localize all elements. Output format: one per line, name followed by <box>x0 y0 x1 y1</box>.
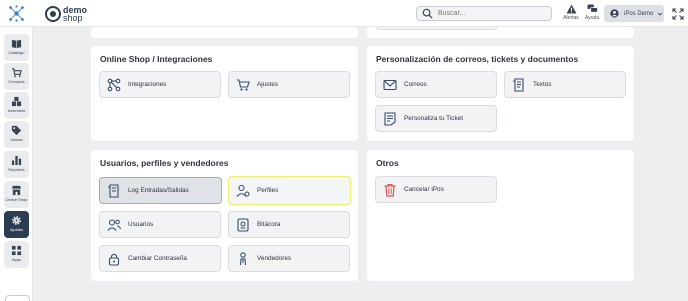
tile-perfiles[interactable]: Perfiles <box>228 176 351 205</box>
warning-icon <box>566 4 576 14</box>
fullscreen-icon[interactable] <box>672 8 684 20</box>
sidebar-item-compras[interactable]: Compras <box>4 63 29 90</box>
sidebar-item-ventas[interactable]: Ventas <box>4 121 29 148</box>
seller-icon <box>239 251 247 265</box>
card-previous-left <box>91 27 358 38</box>
sidebar: Catálogo Compras Inventario Ventas Repor… <box>0 27 33 301</box>
tile-usuarios[interactable]: Usuarios <box>99 211 221 238</box>
sidebar-item-catalogo[interactable]: Catálogo <box>4 34 29 61</box>
tile-label: Correos <box>404 81 427 88</box>
boxes-icon <box>11 96 22 107</box>
card-online-shop: Online Shop / Integraciones Integracione… <box>91 46 358 141</box>
sidebar-item-apps[interactable]: Apps <box>4 241 29 268</box>
apps-grid-icon <box>11 245 22 256</box>
sidebar-item-ajustes[interactable]: Ajustes <box>4 211 29 238</box>
chat-bubbles-icon <box>587 4 598 13</box>
cart-icon <box>11 68 22 78</box>
tile-label: Vendedores <box>257 255 292 262</box>
bar-chart-icon <box>11 155 22 166</box>
alerts-button[interactable]: Alertas <box>561 4 581 21</box>
gear-icon <box>12 216 21 225</box>
section-title-otros: Otros <box>376 158 399 168</box>
envelope-icon <box>383 79 397 90</box>
search-box[interactable] <box>416 6 552 21</box>
integrations-icon <box>107 78 121 91</box>
tile-cancelar-ipos[interactable]: Cancelar iPos <box>375 176 497 203</box>
search-input[interactable] <box>438 10 538 17</box>
card-personalizacion: Personalización de correos, tickets y do… <box>367 46 634 141</box>
help-label: Ayuda <box>584 15 600 21</box>
sidebar-item-label: Inventario <box>7 108 26 113</box>
sidebar-item-label: Compras <box>8 79 25 84</box>
users-icon <box>107 218 121 231</box>
card-usuarios: Usuarios, perfiles y vendedores Log Entr… <box>91 150 358 281</box>
logo-mark-icon <box>45 5 61 22</box>
tile-label: Usuarios <box>128 221 154 228</box>
user-profile-icon <box>236 184 250 197</box>
log-document-icon <box>108 183 119 198</box>
trash-icon <box>384 183 396 197</box>
section-title-usuarios: Usuarios, perfiles y vendedores <box>100 158 229 168</box>
tile-vendedores[interactable]: Vendedores <box>228 245 350 272</box>
chevron-down-icon <box>658 12 663 16</box>
top-bar: demo shop Alertas Ayuda iPos Demo <box>0 0 688 27</box>
lock-icon <box>108 253 120 266</box>
search-icon <box>422 8 433 19</box>
tile-label: Cancelar iPos <box>404 186 444 193</box>
sidebar-item-label: Reportes <box>8 167 25 172</box>
sidebar-item-label: Ventas <box>10 137 23 142</box>
tile-label: Perfiles <box>257 187 279 194</box>
tile-label: Ajustes <box>257 81 278 88</box>
sidebar-item-label: Catálogo <box>8 50 25 55</box>
sidebar-item-reportes[interactable]: Reportes <box>4 151 29 178</box>
user-name: iPos Demo <box>624 10 654 17</box>
tile-bitacora[interactable]: Bitácora <box>228 211 350 238</box>
section-title-personalizacion: Personalización de correos, tickets y do… <box>376 54 579 64</box>
tag-icon <box>11 125 22 136</box>
receipt-icon <box>384 111 396 126</box>
sidebar-item-label: Online Shop <box>5 197 28 202</box>
user-menu-button[interactable]: iPos Demo <box>604 5 664 22</box>
tile-correos[interactable]: Correos <box>375 71 497 98</box>
tile-cambiar-contrasena[interactable]: Cambiar Contraseña <box>99 245 221 272</box>
brand-logo[interactable]: demo shop <box>45 4 87 23</box>
tile-ajustes[interactable]: Ajustes <box>228 71 350 98</box>
sidebar-item-label: Apps <box>11 257 22 262</box>
card-previous-right <box>367 27 634 38</box>
tile-textos[interactable]: Textos <box>504 71 626 98</box>
card-otros: Otros Cancelar iPos <box>367 150 634 281</box>
tile-label: Textos <box>533 81 552 88</box>
logbook-icon <box>237 217 249 232</box>
book-icon <box>11 39 22 49</box>
tile-label: Bitácora <box>257 221 281 228</box>
tile-log-entradas-salidas[interactable]: Log Entradas/Salidas <box>99 177 222 204</box>
brand-line-2: shop <box>63 12 83 23</box>
alerts-label: Alertas <box>563 15 579 21</box>
sidebar-item-label: Ajustes <box>9 227 24 232</box>
tile-label: Cambiar Contraseña <box>128 255 187 262</box>
tile-label: Personaliza tu Ticket <box>404 115 463 122</box>
sidebar-item-inventario[interactable]: Inventario <box>4 92 29 119</box>
sidebar-item-online-shop[interactable]: Online Shop <box>4 181 29 208</box>
network-icon[interactable] <box>8 5 25 22</box>
tile-integraciones[interactable]: Integraciones <box>99 71 221 98</box>
cart-icon <box>237 78 250 91</box>
tile-personaliza-ticket[interactable]: Personaliza tu Ticket <box>375 105 497 132</box>
sidebar-scroll-handle[interactable] <box>5 295 30 301</box>
store-icon <box>11 185 22 196</box>
tile-partial[interactable] <box>376 27 497 30</box>
tile-label: Log Entradas/Salidas <box>128 187 189 194</box>
help-button[interactable]: Ayuda <box>582 4 602 21</box>
tile-label: Integraciones <box>128 81 167 88</box>
user-avatar-icon <box>610 9 619 18</box>
document-text-icon <box>513 77 524 92</box>
section-title-online-shop: Online Shop / Integraciones <box>100 54 213 64</box>
